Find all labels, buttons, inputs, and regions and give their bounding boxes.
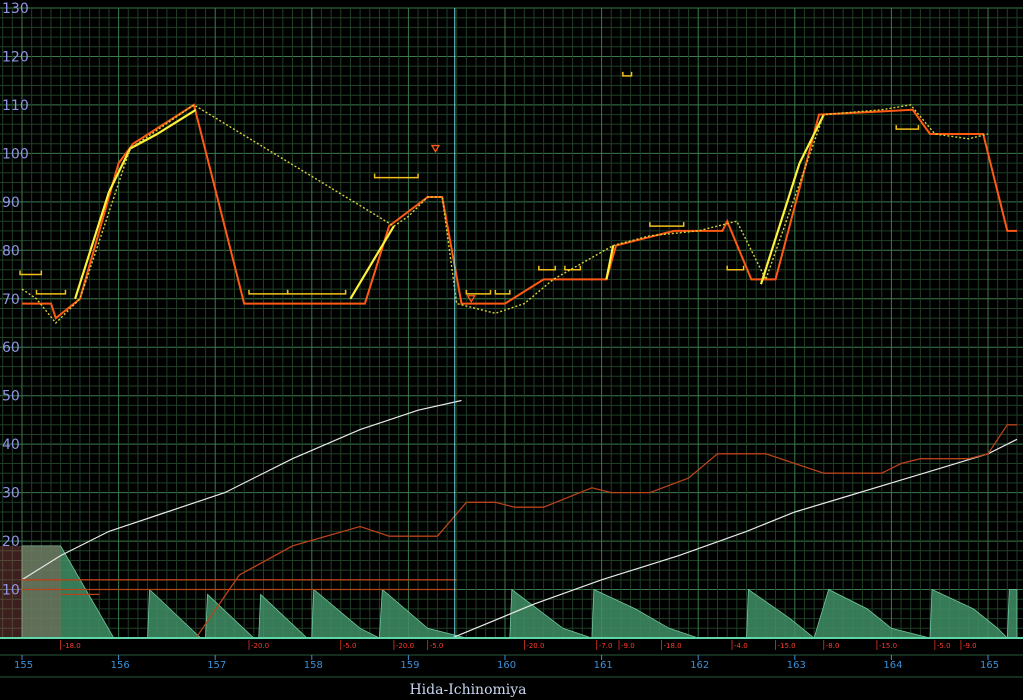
x-tick-label: 165 [980,660,999,671]
y-tick-label: 120 [2,49,29,65]
y-tick-label: 40 [2,437,20,453]
y-tick-label: 20 [2,534,20,550]
x-tick-label: 159 [400,660,419,671]
run-curve-chart: -18.0 -20.0 -5.0 -20.0 -5.0 -20.0 -7.0 -9.0 -18.… [0,0,1023,700]
y-tick-label: 100 [2,146,29,162]
station-name: Hida-Ichinomiya [409,682,526,698]
gradient-label: -5.0 [343,642,357,650]
x-tick-label: 161 [594,660,613,671]
x-tick-label: 155 [14,660,33,671]
gradient-label: -15.0 [777,642,795,650]
x-tick-label: 162 [690,660,709,671]
gradient-label: -20.0 [526,642,544,650]
x-tick-label: 157 [207,660,226,671]
gradient-label: -5.0 [937,642,951,650]
x-tick-label: 164 [883,660,902,671]
y-tick-label: 50 [2,389,20,405]
y-tick-label: 80 [2,243,20,259]
gradient-label: -20.0 [396,642,414,650]
y-tick-label: 60 [2,340,20,356]
y-tick-label: 70 [2,292,20,308]
x-tick-label: 160 [497,660,516,671]
gradient-label: -20.0 [251,642,269,650]
gradient-label: -4.0 [734,642,748,650]
gradient-label: -9.0 [963,642,977,650]
x-tick-label: 158 [304,660,323,671]
x-tick-label: 156 [111,660,130,671]
gradient-label: -18.0 [663,642,681,650]
y-tick-label: 30 [2,486,20,502]
gradient-label: -7.0 [599,642,613,650]
y-tick-label: 90 [2,195,20,211]
gradient-label: -9.0 [621,642,635,650]
gradient-label: -5.0 [430,642,444,650]
y-tick-label: 10 [2,583,20,599]
x-tick-label: 163 [787,660,806,671]
gradient-label: -18.0 [63,642,81,650]
y-tick-label: 110 [2,98,29,114]
gradient-label: -15.0 [879,642,897,650]
y-tick-label: 130 [2,1,29,17]
gradient-label: -8.0 [826,642,840,650]
